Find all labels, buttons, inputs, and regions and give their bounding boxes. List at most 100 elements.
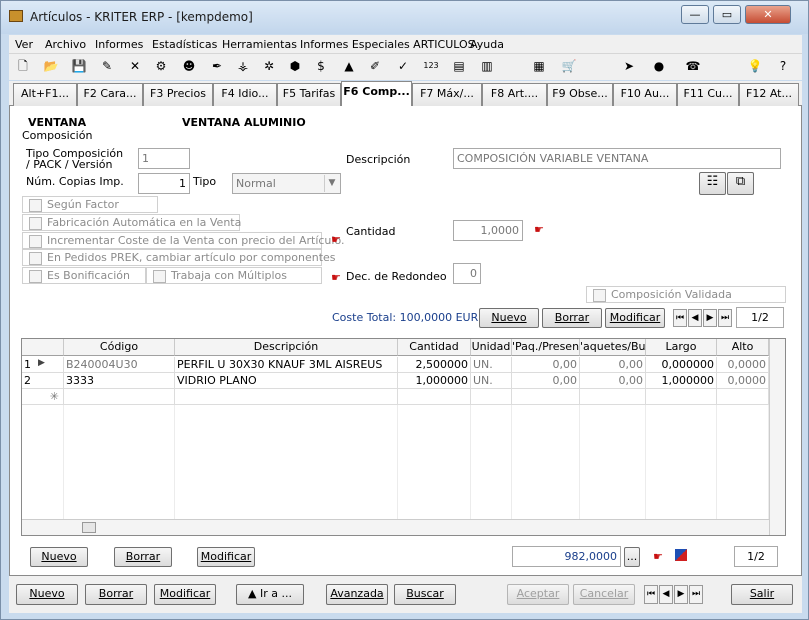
menu-ayuda[interactable]: Ayuda [470,38,504,51]
check-icon[interactable]: ✓ [395,58,411,74]
row-1-codigo[interactable]: B240004U30 [64,357,175,373]
structure-icon[interactable]: ⚶ [235,58,251,74]
tab-11[interactable]: F11 Cu... [677,83,739,106]
scroll-thumb[interactable] [82,522,96,533]
check-es-bonificacion[interactable]: Es Bonificación [22,267,146,284]
pen-icon[interactable]: ✒ [209,58,225,74]
stamp-icon[interactable]: ▲ [341,58,357,74]
lock-cantidad-icon[interactable]: ☛ [532,224,546,236]
help-icon[interactable]: ? [775,58,791,74]
lock-total-icon[interactable]: ☛ [651,551,665,563]
check-trabaja-multiplos[interactable]: Trabaja con Múltiplos [146,267,322,284]
money-icon[interactable]: $ [313,58,329,74]
nuevo-button[interactable]: Nuevo [479,308,539,328]
new-row-cell[interactable] [512,389,580,405]
num-copias-input[interactable]: 1 [138,173,190,194]
menu-ver[interactable]: Ver [15,38,33,51]
check-pedidos-prek[interactable]: En Pedidos PREK, cambiar artículo por co… [22,249,336,266]
next-record-icon[interactable]: ▶ [674,585,688,604]
flag-icon[interactable] [675,549,687,561]
col-largo-header[interactable]: Largo [646,339,717,356]
ir-a-button[interactable]: ▲ Ir a ... [236,584,304,605]
row-1-largo[interactable]: 0,000000 [646,357,717,373]
menu-herramientas[interactable]: Herramientas [222,38,297,51]
col-descripcion-header[interactable]: Descripción [175,339,398,356]
row-2-codigo[interactable]: 3333 [64,373,175,389]
money-bag-icon[interactable]: ● [651,58,667,74]
brush-icon[interactable]: ✐ [367,58,383,74]
bulb-icon[interactable]: 💡 [747,58,763,74]
menu-estadisticas[interactable]: Estadísticas [152,38,217,51]
descripcion-input[interactable]: COMPOSICIÓN VARIABLE VENTANA [453,148,781,169]
borrar-button[interactable]: Borrar [542,308,602,328]
grid-nuevo-button[interactable]: Nuevo [30,547,88,567]
col-alto-header[interactable]: Alto [717,339,769,356]
delete-icon[interactable]: ✕ [127,58,143,74]
row-2-rownum[interactable]: 2 [22,373,64,389]
aceptar-button[interactable]: Aceptar [507,584,569,605]
col-rownum-header[interactable] [22,339,64,356]
col-codigo-header[interactable]: Código [64,339,175,356]
tab-4[interactable]: F4 Idio... [213,83,277,106]
row-1-alto[interactable]: 0,0000 [717,357,769,373]
bottom-nuevo-button[interactable]: Nuevo [16,584,78,605]
row-1-descripcion[interactable]: PERFIL U 30X30 KNAUF 3ML AISREUS [175,357,398,373]
col-cantidad-header[interactable]: Cantidad [398,339,471,356]
row-2-descripcion[interactable]: VIDRIO PLANO [175,373,398,389]
tools-icon[interactable]: ⚙ [153,58,169,74]
check-fabricacion-automatica[interactable]: Fabricación Automática en la Venta [22,214,241,231]
grid-modificar-button[interactable]: Modificar [197,547,255,567]
row-1-paq-presen[interactable]: 0,00 [512,357,580,373]
new-document-icon[interactable]: 🗋 [15,58,31,74]
new-row-cell[interactable] [175,389,398,405]
first-record-icon[interactable]: ⏮ [673,309,687,327]
open-folder-icon[interactable]: 📂 [43,58,59,74]
col-unidad-header[interactable]: Unidad [471,339,512,356]
new-row-cell[interactable] [64,389,175,405]
print-icon[interactable]: ▤ [451,58,467,74]
row-2-unidad[interactable]: UN. [471,373,512,389]
numbers-icon[interactable]: 123 [423,58,439,74]
bottom-modificar-button[interactable]: Modificar [154,584,216,605]
tab-3[interactable]: F3 Precios [143,83,213,106]
tipo-select[interactable]: Normal ▼ [232,173,341,194]
modificar-button[interactable]: Modificar [605,308,665,328]
row-2-paquetes-bult[interactable]: 0,00 [580,373,646,389]
cancelar-button[interactable]: Cancelar [573,584,635,605]
next-record-icon[interactable]: ▶ [703,309,717,327]
menu-archivo[interactable]: Archivo [45,38,86,51]
tab-1[interactable]: Alt+F1... [13,83,77,106]
person-icon[interactable]: ☻ [181,58,197,74]
tab-7[interactable]: F7 Máx/... [412,83,482,106]
grid-borrar-button[interactable]: Borrar [114,547,172,567]
cantidad-input[interactable]: 1,0000 [453,220,523,241]
chart-icon[interactable]: ▥ [479,58,495,74]
col-paquetes-bult-header[interactable]: 'aquetes/Bult [580,339,646,356]
lock-redondeo-icon[interactable]: ☛ [329,272,343,284]
row-2-largo[interactable]: 1,000000 [646,373,717,389]
edit-icon[interactable]: ✎ [99,58,115,74]
last-record-icon[interactable]: ⏭ [689,585,703,604]
box-icon[interactable]: ⬢ [287,58,303,74]
structure-button[interactable]: ☷ [699,172,726,195]
minimize-button[interactable]: — [681,5,709,24]
new-row-cell[interactable] [471,389,512,405]
new-row-cell[interactable] [398,389,471,405]
lock-incrementar-icon[interactable]: ☛ [329,234,343,246]
tag-icon[interactable]: ➤ [621,58,637,74]
check-composicion-validada[interactable]: Composición Validada [586,286,786,303]
tab-6[interactable]: F6 Comp... [341,81,412,107]
row-2-alto[interactable]: 0,0000 [717,373,769,389]
row-1-unidad[interactable]: UN. [471,357,512,373]
tab-10[interactable]: F10 Au... [613,83,677,106]
dec-redondeo-input[interactable]: 0 [453,263,481,284]
new-row-cell[interactable] [580,389,646,405]
check-incrementar-coste[interactable]: Incrementar Coste de la Venta con precio… [22,232,345,249]
prev-record-icon[interactable]: ◀ [688,309,702,327]
tab-8[interactable]: F8 Art.... [482,83,547,106]
tab-9[interactable]: F9 Obse... [547,83,613,106]
save-icon[interactable]: 💾 [71,58,87,74]
row-2-cantidad[interactable]: 1,000000 [398,373,471,389]
menu-informes[interactable]: Informes [95,38,143,51]
buscar-button[interactable]: Buscar [394,584,456,605]
